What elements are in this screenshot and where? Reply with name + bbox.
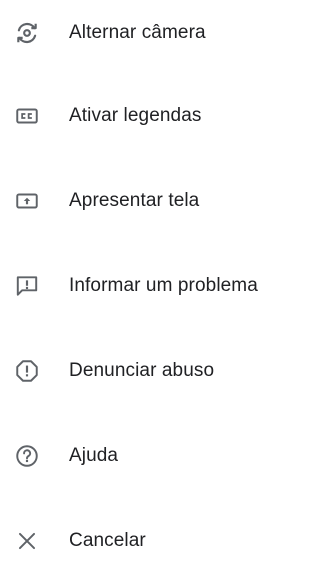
menu-item-label: Denunciar abuso [69, 360, 215, 381]
help-icon [14, 443, 40, 469]
options-menu: Alternar câmera Ativar legendas Apresent… [0, 0, 312, 554]
menu-item-report-abuse[interactable]: Denunciar abuso [0, 341, 312, 401]
menu-item-label: Apresentar tela [69, 190, 200, 211]
report-problem-icon [14, 273, 40, 299]
close-icon [14, 528, 40, 554]
menu-item-switch-camera[interactable]: Alternar câmera [0, 3, 312, 63]
switch-camera-icon [14, 20, 40, 46]
menu-item-label: Cancelar [69, 530, 146, 551]
closed-captions-icon [14, 103, 40, 129]
menu-item-label: Alternar câmera [69, 22, 206, 43]
menu-item-label: Ativar legendas [69, 105, 202, 126]
menu-item-label: Informar um problema [69, 275, 258, 296]
present-screen-icon [14, 188, 40, 214]
menu-item-report-problem[interactable]: Informar um problema [0, 256, 312, 316]
menu-item-captions[interactable]: Ativar legendas [0, 86, 312, 146]
menu-item-help[interactable]: Ajuda [0, 426, 312, 486]
report-abuse-icon [14, 358, 40, 384]
menu-item-present-screen[interactable]: Apresentar tela [0, 171, 312, 231]
menu-item-cancel[interactable]: Cancelar [0, 511, 312, 571]
menu-item-label: Ajuda [69, 445, 119, 466]
